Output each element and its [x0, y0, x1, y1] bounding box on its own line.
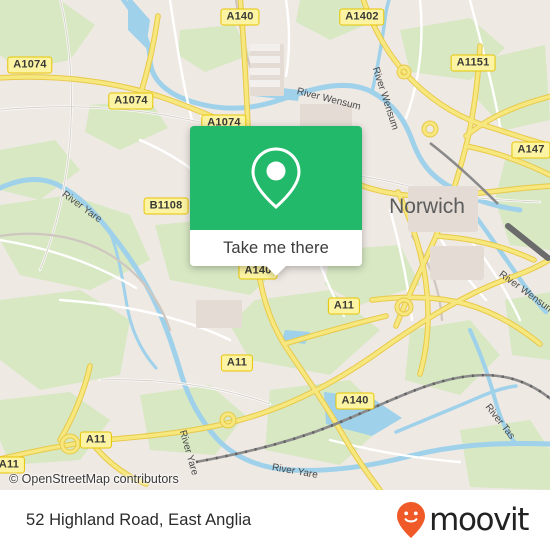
moovit-smiley-pin-icon — [397, 502, 426, 538]
road-shield: A1074 — [108, 92, 154, 110]
road-shield: A11 — [220, 354, 254, 372]
popup-pointer — [265, 265, 287, 276]
location-popup-card[interactable]: Take me there — [190, 126, 362, 276]
road-shield: A1402 — [339, 8, 385, 26]
road-shield: A1151 — [450, 54, 496, 72]
road-shield: A11 — [0, 456, 26, 474]
take-me-there-label: Take me there — [223, 238, 329, 257]
address-title: 52 Highland Road, East Anglia — [26, 510, 252, 529]
popup-footer[interactable]: Take me there — [190, 230, 362, 276]
road-shield: B1108 — [143, 197, 189, 215]
place-label-norwich: Norwich — [389, 195, 465, 218]
road-shield: A147 — [511, 141, 550, 159]
moovit-wordmark: moovit — [429, 501, 529, 538]
road-shield: A140 — [220, 8, 260, 26]
road-shield: A1074 — [7, 56, 53, 74]
road-shield: A140 — [335, 392, 375, 410]
map-pin-icon — [251, 147, 301, 210]
osm-attribution[interactable]: © OpenStreetMap contributors — [9, 472, 179, 486]
moovit-brand[interactable]: moovit — [396, 501, 529, 539]
road-shield: A11 — [327, 297, 361, 315]
page-footer: 52 Highland Road, East Anglia moovit — [0, 490, 550, 550]
map-screenshot: A140 A1402 A1074 A1151 A1074 A1074 A147 … — [0, 0, 550, 550]
road-shield: A11 — [79, 431, 113, 449]
popup-header — [190, 126, 362, 230]
